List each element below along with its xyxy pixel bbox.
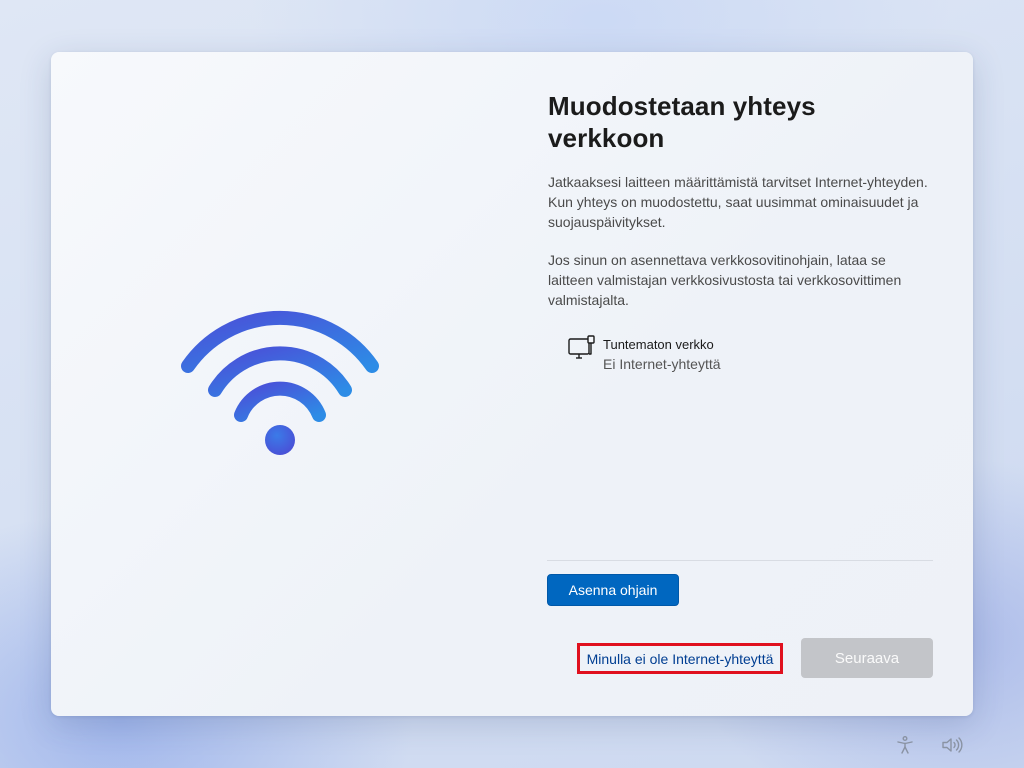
- wifi-icon: [181, 310, 379, 455]
- network-item[interactable]: Tuntematon verkko Ei Internet-yhteyttä: [567, 333, 721, 374]
- install-driver-button[interactable]: Asenna ohjain: [547, 574, 679, 606]
- accessibility-icon[interactable]: [894, 734, 916, 756]
- dialog-content: Muodostetaan yhteys verkkoon Jatkaaksesi…: [548, 90, 933, 310]
- network-text: Tuntematon verkko Ei Internet-yhteyttä: [603, 333, 721, 374]
- next-button[interactable]: Seuraava: [801, 638, 933, 678]
- network-status: Ei Internet-yhteyttä: [603, 356, 721, 372]
- network-name: Tuntematon verkko: [603, 337, 714, 352]
- divider: [547, 560, 933, 561]
- driver-paragraph: Jos sinun on asennettava verkkosovitinoh…: [548, 252, 902, 308]
- page-title: Muodostetaan yhteys verkkoon: [548, 91, 816, 153]
- accessibility-glyph: [897, 736, 913, 754]
- oobe-dialog: Muodostetaan yhteys verkkoon Jatkaaksesi…: [51, 52, 973, 716]
- description-paragraph: Jatkaaksesi laitteen määrittämistä tarvi…: [548, 174, 928, 230]
- volume-glyph: [942, 737, 963, 753]
- volume-icon[interactable]: [941, 734, 963, 756]
- no-internet-link[interactable]: Minulla ei ole Internet-yhteyttä: [577, 643, 783, 674]
- wired-network-icon: [568, 335, 595, 359]
